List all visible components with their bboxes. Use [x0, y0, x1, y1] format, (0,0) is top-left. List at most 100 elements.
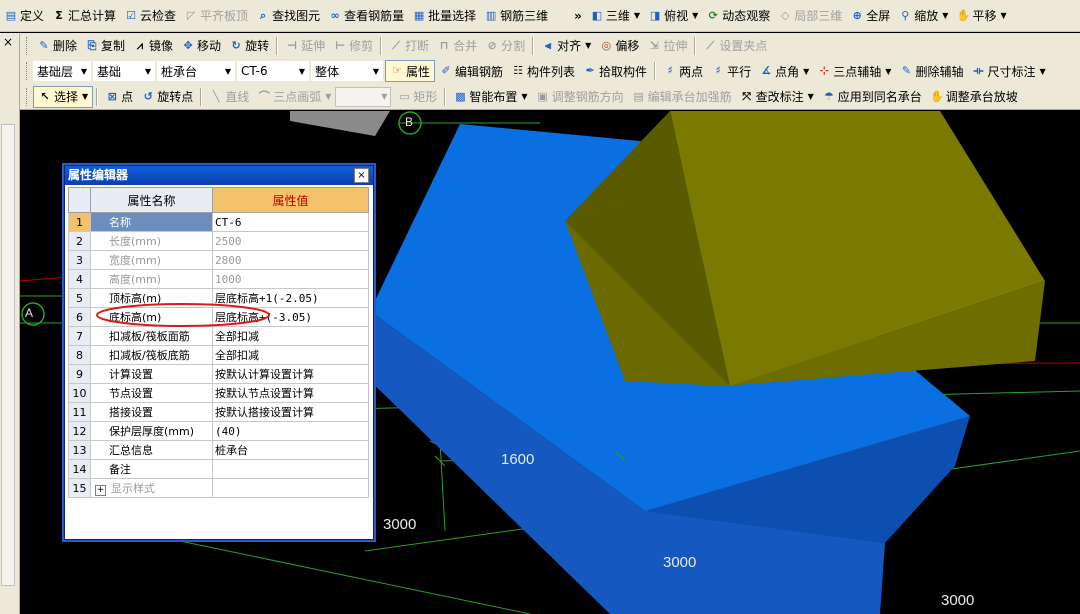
property-row[interactable]: 9 计算设置 按默认计算设置计算: [68, 364, 369, 384]
property-value[interactable]: 2500: [212, 231, 369, 251]
batch-select-button[interactable]: ▦ 批量选择: [408, 5, 480, 27]
property-row[interactable]: 11 搭接设置 按默认搭接设置计算: [68, 402, 369, 422]
dimension-button[interactable]: ⟛ 尺寸标注 ▼: [967, 60, 1049, 82]
property-row[interactable]: 12 保护层厚度(mm) (40): [68, 421, 369, 441]
floor-select[interactable]: 基础层 ▼: [33, 61, 91, 81]
property-value[interactable]: 层底标高+1(-2.05): [212, 288, 369, 308]
toolbar-grip[interactable]: [26, 87, 31, 106]
property-value[interactable]: 按默认节点设置计算: [212, 383, 369, 403]
row-number: 10: [68, 383, 91, 403]
point-angle-button[interactable]: ∡ 点角 ▼: [755, 60, 813, 82]
point-button[interactable]: ⊠ 点: [101, 86, 137, 108]
expand-icon[interactable]: +: [95, 485, 106, 496]
property-row[interactable]: 7 扣减板/筏板面筋 全部扣减: [68, 326, 369, 346]
property-row[interactable]: 15 + 显示样式: [68, 478, 369, 498]
toolbar-more-button[interactable]: »: [570, 5, 586, 27]
select-button[interactable]: ↖ 选择 ▼: [33, 85, 94, 108]
rotate-button[interactable]: ↻ 旋转: [225, 35, 273, 57]
move-button[interactable]: ✥ 移动: [177, 35, 225, 57]
category-select[interactable]: 基础 ▼: [93, 61, 155, 81]
toolbar-grip[interactable]: [26, 62, 31, 80]
smart-layout-button[interactable]: ▩ 智能布置 ▼: [449, 86, 531, 108]
property-value[interactable]: 全部扣减: [212, 326, 369, 346]
property-value[interactable]: 按默认搭接设置计算: [212, 402, 369, 422]
find-element-button[interactable]: ⌕ 查找图元: [252, 5, 324, 27]
property-value[interactable]: (40): [212, 421, 369, 441]
property-row[interactable]: 2 长度(mm) 2500: [68, 231, 369, 251]
top-view-button[interactable]: ◨ 俯视 ▼: [644, 5, 702, 27]
line-button[interactable]: ╲ 直线: [205, 86, 253, 108]
summary-calc-button[interactable]: Σ 汇总计算: [48, 5, 120, 27]
three-point-axis-button[interactable]: ⊹ 三点辅轴 ▼: [813, 60, 895, 82]
delete-axis-button[interactable]: ✎ 删除辅轴: [895, 60, 967, 82]
delete-button[interactable]: ✎ 删除: [33, 35, 81, 57]
unit-select[interactable]: 整体 ▼: [311, 61, 383, 81]
apply-same-button[interactable]: ☂ 应用到同名承台: [818, 86, 926, 108]
extend-button[interactable]: ⊣ 延伸: [281, 35, 329, 57]
pan-button[interactable]: ✋ 平移 ▼: [952, 5, 1010, 27]
fullscreen-button[interactable]: ⊕ 全屏: [846, 5, 894, 27]
property-row[interactable]: 8 扣减板/筏板底筋 全部扣减: [68, 345, 369, 365]
define-button[interactable]: ▤ 定义: [0, 5, 48, 27]
parallel-button[interactable]: ♯ 平行: [707, 60, 755, 82]
component-select[interactable]: CT-6 ▼: [237, 61, 309, 81]
property-name: 搭接设置: [90, 402, 213, 422]
offset-button[interactable]: ◎ 偏移: [595, 35, 643, 57]
property-row[interactable]: 3 宽度(mm) 2800: [68, 250, 369, 270]
arc-option-select[interactable]: ▼: [335, 86, 392, 107]
flush-top-button[interactable]: ◸ 平齐板顶: [180, 5, 252, 27]
trim-button[interactable]: ⊢ 修剪: [329, 35, 377, 57]
property-row[interactable]: 1 名称 CT-6: [68, 212, 369, 232]
arc-button[interactable]: ⌒ 三点画弧 ▼: [253, 86, 335, 108]
property-row[interactable]: 6 底标高(m) 层底标高+(-3.05): [68, 307, 369, 327]
chevron-down-icon: ▼: [381, 92, 388, 101]
adjust-rebar-button[interactable]: ▣ 调整钢筋方向: [532, 86, 628, 108]
grip-point-button[interactable]: ⟋ 设置夹点: [699, 35, 771, 57]
property-row[interactable]: 14 备注: [68, 459, 369, 479]
edit-rebar-button[interactable]: ✐ 编辑钢筋: [435, 60, 507, 82]
component-type-select[interactable]: 桩承台 ▼: [157, 61, 235, 81]
3d-button[interactable]: ◧ 三维 ▼: [586, 5, 644, 27]
property-value[interactable]: 1000: [212, 269, 369, 289]
properties-button[interactable]: ☞ 属性: [385, 60, 436, 82]
view-rebar-button[interactable]: ∞ 查看钢筋量: [324, 5, 408, 27]
edit-label-button[interactable]: ⤧ 查改标注 ▼: [736, 86, 818, 108]
split-button[interactable]: ⊘ 分割: [481, 35, 529, 57]
property-row[interactable]: 13 汇总信息 桩承台: [68, 440, 369, 460]
edit-cap-rebar-button[interactable]: ▤ 编辑承台加强筋: [628, 86, 736, 108]
rotate-point-button[interactable]: ↺ 旋转点: [137, 86, 197, 108]
component-list-button[interactable]: ☷ 构件列表: [507, 60, 579, 82]
align-button[interactable]: ⫷ 对齐 ▼: [537, 35, 595, 57]
left-panel-scrollbar[interactable]: [1, 124, 15, 586]
property-row[interactable]: 10 节点设置 按默认节点设置计算: [68, 383, 369, 403]
break-button[interactable]: ⟋ 打断: [385, 35, 433, 57]
stretch-button[interactable]: ⇲ 拉伸: [643, 35, 691, 57]
property-row[interactable]: 4 高度(mm) 1000: [68, 269, 369, 289]
toolbar-grip[interactable]: [26, 36, 31, 55]
property-value[interactable]: 按默认计算设置计算: [212, 364, 369, 384]
separator: [654, 62, 657, 80]
zoom-button[interactable]: ⚲ 缩放 ▼: [894, 5, 952, 27]
property-value[interactable]: 2800: [212, 250, 369, 270]
adjust-slope-button[interactable]: ✋ 调整承台放坡: [926, 86, 1022, 108]
two-point-button[interactable]: ♯ 两点: [659, 60, 707, 82]
merge-button[interactable]: ⊓ 合并: [433, 35, 481, 57]
property-value[interactable]: [212, 478, 369, 498]
property-value[interactable]: CT-6: [212, 212, 369, 232]
mirror-button[interactable]: ⩘ 镜像: [129, 35, 177, 57]
close-icon[interactable]: ×: [354, 168, 369, 183]
rectangle-button[interactable]: ▭ 矩形: [393, 86, 441, 108]
property-value[interactable]: [212, 459, 369, 479]
property-value[interactable]: 层底标高+(-3.05): [212, 307, 369, 327]
property-value[interactable]: 桩承台: [212, 440, 369, 460]
local-3d-button[interactable]: ◇ 局部三维: [774, 5, 846, 27]
close-icon[interactable]: ×: [1, 35, 15, 49]
copy-button[interactable]: ⎘ 复制: [81, 35, 129, 57]
rebar-3d-button[interactable]: ▥ 钢筋三维: [480, 5, 552, 27]
property-value[interactable]: 全部扣减: [212, 345, 369, 365]
cloud-check-button[interactable]: ☑ 云检查: [120, 5, 180, 27]
orbit-button[interactable]: ⟳ 动态观察: [702, 5, 774, 27]
property-editor-title[interactable]: 属性编辑器 ×: [65, 166, 373, 185]
pick-component-button[interactable]: ✒ 拾取构件: [579, 60, 651, 82]
property-row[interactable]: 5 顶标高(m) 层底标高+1(-2.05): [68, 288, 369, 308]
